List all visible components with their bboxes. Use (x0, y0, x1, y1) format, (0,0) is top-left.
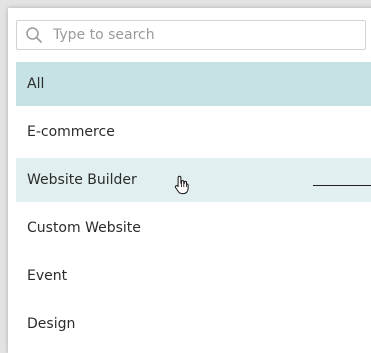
list-item-design[interactable]: Design (16, 302, 371, 346)
list-item-label: E-commerce (27, 124, 115, 140)
connector-line (313, 185, 371, 186)
search-box[interactable] (16, 20, 366, 50)
list-item-label: Design (27, 316, 76, 332)
list-item-label: All (27, 76, 45, 92)
list-item-event[interactable]: Event (16, 254, 371, 298)
category-filter-dropdown: All E-commerce Website Builder Custom We… (8, 8, 371, 353)
category-list: All E-commerce Website Builder Custom We… (16, 62, 371, 350)
list-item-e-commerce[interactable]: E-commerce (16, 110, 371, 154)
search-input[interactable] (53, 21, 353, 49)
list-item-all[interactable]: All (16, 62, 371, 106)
list-item-website-builder[interactable]: Website Builder (16, 158, 371, 202)
list-item-custom-website[interactable]: Custom Website (16, 206, 371, 250)
list-item-label: Website Builder (27, 172, 137, 188)
list-item-label: Event (27, 268, 68, 284)
search-icon (26, 27, 42, 43)
list-item-label: Custom Website (27, 220, 141, 236)
hand-pointer-cursor-icon (174, 175, 189, 195)
